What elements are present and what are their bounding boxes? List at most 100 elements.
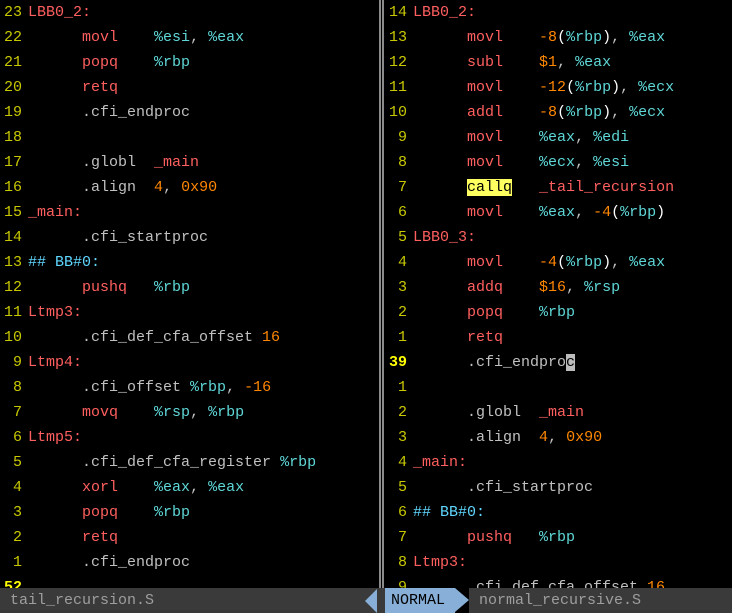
code-line[interactable]: 11Ltmp3:: [0, 300, 385, 325]
code-content: _main:: [28, 200, 385, 225]
code-line[interactable]: 19 .cfi_endproc: [0, 100, 385, 125]
code-line[interactable]: 17 .globl _main: [0, 150, 385, 175]
code-line[interactable]: 9 .cfi_def_cfa_offset 16: [385, 575, 732, 588]
code-content: .globl _main: [28, 150, 385, 175]
code-line[interactable]: 8 .cfi_offset %rbp, -16: [0, 375, 385, 400]
code-line[interactable]: 1 retq: [385, 325, 732, 350]
code-line[interactable]: 2 .globl _main: [385, 400, 732, 425]
code-line[interactable]: 14 .cfi_startproc: [0, 225, 385, 250]
line-number: 11: [385, 75, 413, 100]
code-content: ## BB#0:: [413, 500, 732, 525]
code-content: .globl _main: [413, 400, 732, 425]
code-line[interactable]: 1 .cfi_endproc: [0, 550, 385, 575]
right-filename-tab[interactable]: normal_recursive.S: [469, 588, 732, 613]
code-content: retq: [28, 525, 385, 550]
code-content: .cfi_startproc: [413, 475, 732, 500]
code-content: .cfi_def_cfa_offset 16: [28, 325, 385, 350]
line-number: 8: [385, 550, 413, 575]
code-line[interactable]: 4_main:: [385, 450, 732, 475]
line-number: 3: [0, 500, 28, 525]
code-line[interactable]: 11 movl -12(%rbp), %ecx: [385, 75, 732, 100]
code-line[interactable]: 16 .align 4, 0x90: [0, 175, 385, 200]
line-number: 2: [385, 300, 413, 325]
code-line[interactable]: 18: [0, 125, 385, 150]
line-number: 1: [0, 550, 28, 575]
line-number: 4: [0, 475, 28, 500]
code-content: retq: [28, 75, 385, 100]
code-line[interactable]: 12 subl $1, %eax: [385, 50, 732, 75]
code-line[interactable]: 6Ltmp5:: [0, 425, 385, 450]
line-number: 3: [385, 275, 413, 300]
line-number: 13: [0, 250, 28, 275]
code-line[interactable]: 5 .cfi_startproc: [385, 475, 732, 500]
line-number: 52: [0, 575, 28, 588]
line-number: 8: [0, 375, 28, 400]
line-number: 1: [385, 375, 413, 400]
code-line[interactable]: 15_main:: [0, 200, 385, 225]
code-line[interactable]: 2 popq %rbp: [385, 300, 732, 325]
code-content: .cfi_endproc: [28, 550, 385, 575]
code-line[interactable]: 8 movl %ecx, %esi: [385, 150, 732, 175]
code-line[interactable]: 14LBB0_2:: [385, 0, 732, 25]
code-line[interactable]: 9 movl %eax, %edi: [385, 125, 732, 150]
code-line[interactable]: 13 movl -8(%rbp), %eax: [385, 25, 732, 50]
line-number: 3: [385, 425, 413, 450]
code-content: pushq %rbp: [413, 525, 732, 550]
line-number: 39: [385, 350, 413, 375]
line-number: 10: [0, 325, 28, 350]
code-line[interactable]: 7 callq _tail_recursion: [385, 175, 732, 200]
vertical-split-divider[interactable]: [377, 0, 386, 588]
code-line[interactable]: 3 .align 4, 0x90: [385, 425, 732, 450]
code-line[interactable]: 8Ltmp3:: [385, 550, 732, 575]
line-number: 5: [385, 475, 413, 500]
code-content: LBB0_3:: [413, 225, 732, 250]
code-line[interactable]: 10 addl -8(%rbp), %ecx: [385, 100, 732, 125]
code-content: addl -8(%rbp), %ecx: [413, 100, 732, 125]
status-bar: tail_recursion.S NORMAL normal_recursive…: [0, 588, 732, 613]
code-content: Ltmp3:: [413, 550, 732, 575]
code-line[interactable]: 7 movq %rsp, %rbp: [0, 400, 385, 425]
line-number: 17: [0, 150, 28, 175]
code-content: movq %rsp, %rbp: [28, 400, 385, 425]
code-line[interactable]: 12 pushq %rbp: [0, 275, 385, 300]
code-line[interactable]: 9Ltmp4:: [0, 350, 385, 375]
line-number: 14: [385, 0, 413, 25]
line-number: 11: [0, 300, 28, 325]
code-line[interactable]: 3 addq $16, %rsp: [385, 275, 732, 300]
code-line[interactable]: 6 movl %eax, -4(%rbp): [385, 200, 732, 225]
code-line[interactable]: 21 popq %rbp: [0, 50, 385, 75]
line-number: 6: [0, 425, 28, 450]
left-pane[interactable]: 23LBB0_2:22 movl %esi, %eax21 popq %rbp2…: [0, 0, 385, 588]
code-line[interactable]: 10 .cfi_def_cfa_offset 16: [0, 325, 385, 350]
right-pane[interactable]: 14LBB0_2:13 movl -8(%rbp), %eax12 subl $…: [385, 0, 732, 588]
code-line[interactable]: 4 movl -4(%rbp), %eax: [385, 250, 732, 275]
code-line[interactable]: 22 movl %esi, %eax: [0, 25, 385, 50]
code-content: .cfi_endproc: [28, 100, 385, 125]
line-number: 20: [0, 75, 28, 100]
code-line[interactable]: 3 popq %rbp: [0, 500, 385, 525]
code-line[interactable]: 13## BB#0:: [0, 250, 385, 275]
line-number: 7: [385, 525, 413, 550]
code-content: popq %rbp: [28, 50, 385, 75]
code-line[interactable]: 6## BB#0:: [385, 500, 732, 525]
code-content: LBB0_2:: [28, 0, 385, 25]
line-number: 7: [0, 400, 28, 425]
code-content: Ltmp5:: [28, 425, 385, 450]
code-content: xorl %eax, %eax: [28, 475, 385, 500]
code-line[interactable]: 23LBB0_2:: [0, 0, 385, 25]
left-filename-tab[interactable]: tail_recursion.S: [0, 588, 385, 613]
code-line[interactable]: 5LBB0_3:: [385, 225, 732, 250]
code-line[interactable]: 39 .cfi_endproc: [385, 350, 732, 375]
code-line[interactable]: 7 pushq %rbp: [385, 525, 732, 550]
line-number: 5: [0, 450, 28, 475]
code-line[interactable]: 2 retq: [0, 525, 385, 550]
code-content: retq: [413, 325, 732, 350]
line-number: 16: [0, 175, 28, 200]
code-content: .cfi_endproc: [413, 350, 732, 375]
line-number: 12: [385, 50, 413, 75]
code-line[interactable]: 20 retq: [0, 75, 385, 100]
code-line[interactable]: 4 xorl %eax, %eax: [0, 475, 385, 500]
right-filename: normal_recursive.S: [479, 588, 641, 613]
code-line[interactable]: 1: [385, 375, 732, 400]
code-line[interactable]: 5 .cfi_def_cfa_register %rbp: [0, 450, 385, 475]
